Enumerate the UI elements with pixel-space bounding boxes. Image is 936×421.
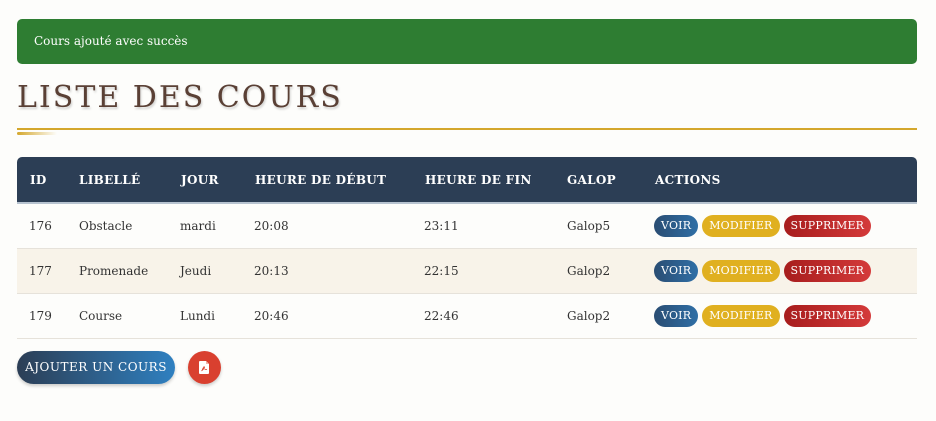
edit-button[interactable]: MODIFIER [702,260,780,282]
cell-fin: 22:15 [424,264,459,278]
cell-fin: 23:11 [424,219,459,233]
delete-button[interactable]: SUPPRIMER [783,215,872,237]
header-libelle: LIBELLÉ [79,172,141,187]
header-actions: ACTIONS [655,172,721,187]
cell-fin: 22:46 [424,309,459,323]
header-galop: GALOP [567,172,616,187]
pdf-file-icon [199,361,209,374]
view-button[interactable]: VOIR [654,215,699,237]
cell-jour: mardi [180,219,216,233]
view-button[interactable]: VOIR [654,305,699,327]
table-row: 179 Course Lundi 20:46 22:46 Galop2 VOIR… [17,294,917,339]
title-divider [17,128,917,130]
cell-id: 176 [29,219,52,233]
cell-libelle: Course [79,309,123,323]
add-course-button[interactable]: AJOUTER UN COURS [17,351,175,384]
page-title: LISTE DES COURS [17,80,343,115]
cell-debut: 20:13 [254,264,289,278]
cell-id: 177 [29,264,52,278]
table-row: 177 Promenade Jeudi 20:13 22:15 Galop2 V… [17,249,917,294]
delete-button[interactable]: SUPPRIMER [783,305,872,327]
success-alert-message: Cours ajouté avec succès [34,34,188,48]
title-divider-accent [17,132,57,135]
delete-button[interactable]: SUPPRIMER [783,260,872,282]
header-jour: JOUR [181,172,219,187]
table-row: 176 Obstacle mardi 20:08 23:11 Galop5 VO… [17,204,917,249]
header-id: ID [30,172,47,187]
cell-actions: VOIR MODIFIER SUPPRIMER [654,204,875,248]
cell-libelle: Promenade [79,264,149,278]
table-header: ID LIBELLÉ JOUR HEURE DE DÉBUT HEURE DE … [17,157,917,204]
header-debut: HEURE DE DÉBUT [255,172,387,187]
success-alert: Cours ajouté avec succès [17,19,917,64]
page: Cours ajouté avec succès LISTE DES COURS… [0,0,936,421]
cell-debut: 20:08 [254,219,289,233]
cell-debut: 20:46 [254,309,289,323]
export-pdf-button[interactable] [188,351,221,384]
cell-galop: Galop2 [567,309,611,323]
cell-id: 179 [29,309,52,323]
header-fin: HEURE DE FIN [425,172,532,187]
edit-button[interactable]: MODIFIER [702,305,780,327]
cell-galop: Galop5 [567,219,611,233]
cell-jour: Lundi [180,309,215,323]
view-button[interactable]: VOIR [654,260,699,282]
cell-libelle: Obstacle [79,219,133,233]
cell-actions: VOIR MODIFIER SUPPRIMER [654,294,875,338]
courses-table: ID LIBELLÉ JOUR HEURE DE DÉBUT HEURE DE … [17,157,917,339]
edit-button[interactable]: MODIFIER [702,215,780,237]
cell-galop: Galop2 [567,264,611,278]
cell-jour: Jeudi [180,264,212,278]
cell-actions: VOIR MODIFIER SUPPRIMER [654,249,875,293]
